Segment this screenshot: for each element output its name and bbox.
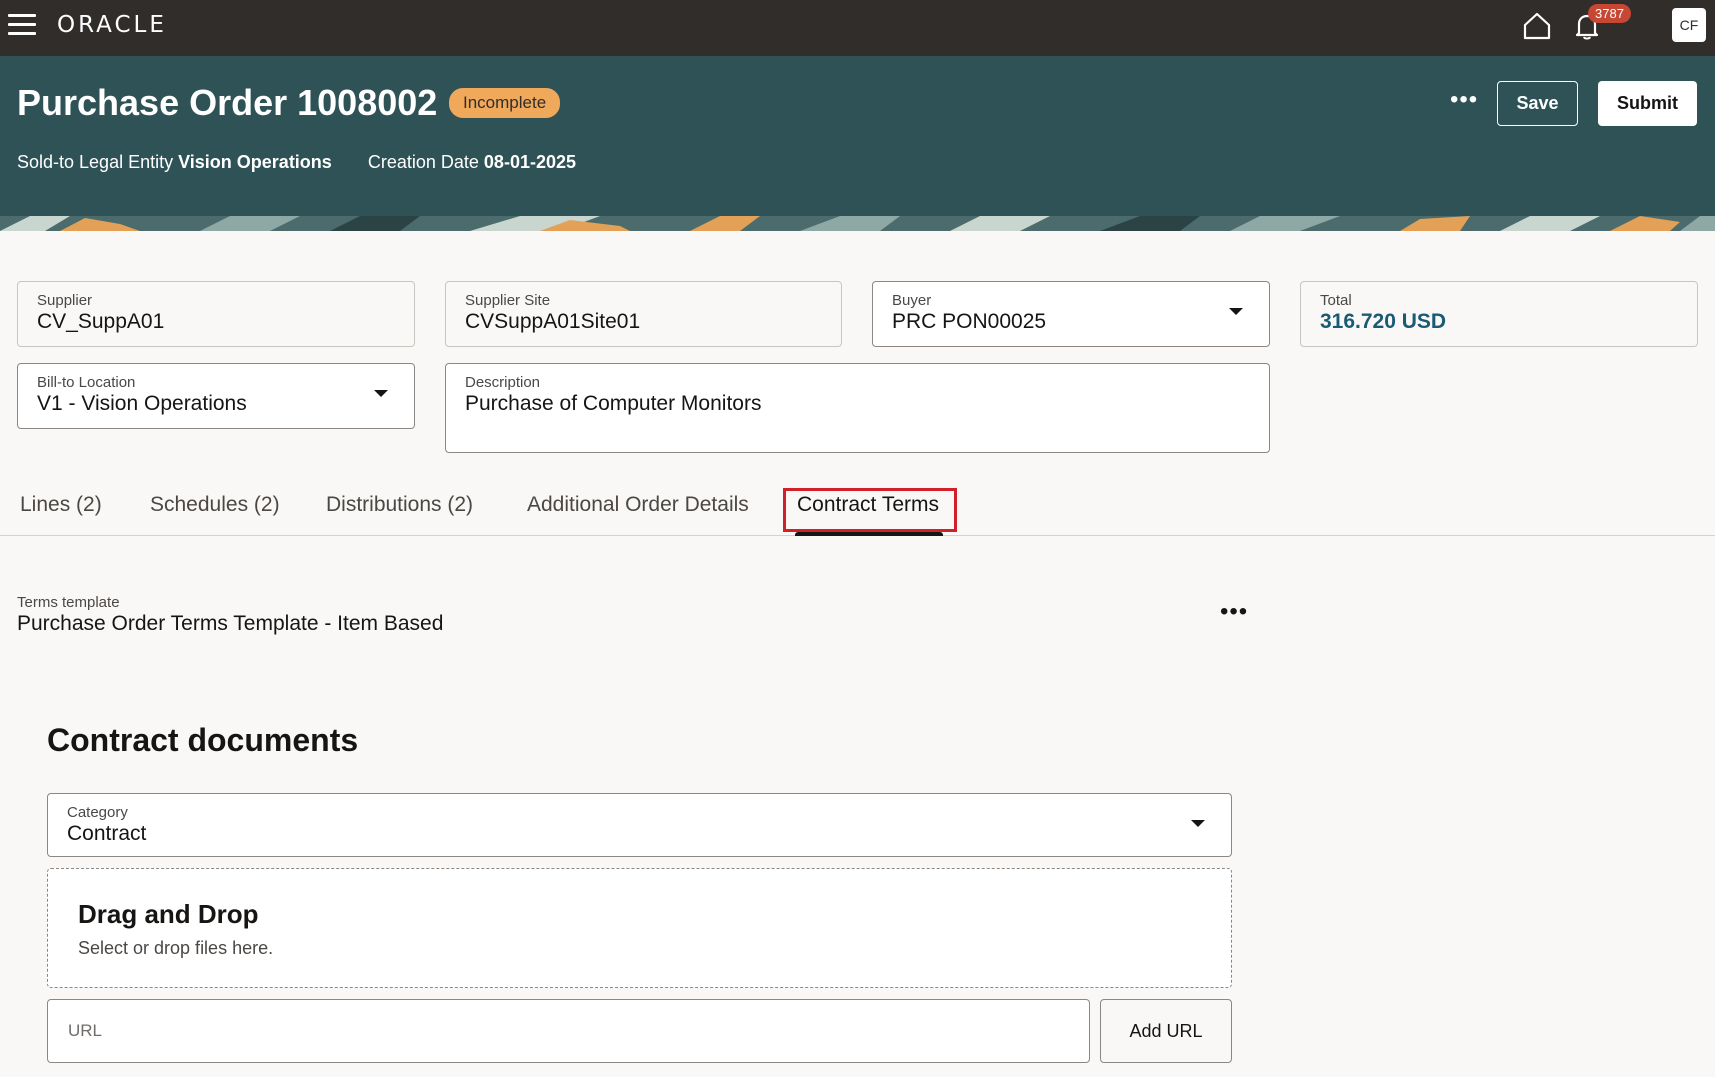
dropzone-title: Drag and Drop (78, 899, 259, 929)
add-url-button[interactable]: Add URL (1100, 999, 1232, 1063)
tab-bar: Lines (2) Schedules (2) Distributions (2… (0, 485, 1715, 536)
active-tab-indicator (795, 532, 943, 536)
file-dropzone[interactable]: Drag and Drop Select or drop files here. (47, 868, 1232, 988)
creation-date-value: 08-01-2025 (483, 152, 576, 172)
description-label: Description (465, 374, 541, 391)
save-button[interactable]: Save (1497, 81, 1578, 126)
legal-entity-value: Vision Operations (178, 152, 332, 172)
tab-distributions[interactable]: Distributions (2) (326, 493, 473, 517)
home-icon[interactable] (1520, 9, 1554, 43)
chevron-down-icon[interactable] (1229, 308, 1243, 315)
description-field[interactable]: Description Purchase of Computer Monitor… (445, 363, 1270, 453)
tab-contract-terms[interactable]: Contract Terms (797, 493, 939, 517)
notification-count-badge[interactable]: 3787 (1588, 4, 1631, 23)
supplier-site-value: CVSuppA01Site01 (465, 310, 641, 333)
decorative-banner-pattern (0, 216, 1715, 231)
terms-more-actions-icon[interactable]: ••• (1220, 598, 1248, 626)
buyer-label: Buyer (892, 292, 932, 309)
buyer-value: PRC PON00025 (892, 310, 1047, 333)
user-avatar[interactable]: CF (1672, 8, 1706, 42)
tab-additional-order-details[interactable]: Additional Order Details (527, 493, 749, 517)
total-amount-link[interactable]: 316.720 USD (1320, 310, 1678, 334)
contract-documents-title: Contract documents (47, 722, 359, 758)
tab-lines[interactable]: Lines (2) (20, 493, 102, 517)
supplier-field: Supplier CV_SuppA01 (17, 281, 415, 347)
global-header: ORACLE 3787 CF (0, 0, 1715, 56)
chevron-down-icon[interactable] (1191, 820, 1205, 827)
dropzone-subtitle: Select or drop files here. (78, 938, 274, 958)
total-field: Total 316.720 USD (1300, 281, 1698, 347)
submit-button[interactable]: Submit (1598, 81, 1697, 126)
header-metadata: Sold-to Legal Entity Vision Operations C… (17, 152, 576, 173)
terms-template-label: Terms template (17, 594, 120, 611)
oracle-logo[interactable]: ORACLE (57, 12, 167, 38)
page-header: Purchase Order 1008002 Incomplete Sold-t… (0, 56, 1715, 231)
status-badge: Incomplete (449, 88, 561, 118)
category-value: Contract (67, 822, 147, 845)
chevron-down-icon[interactable] (374, 390, 388, 397)
supplier-value: CV_SuppA01 (37, 310, 165, 333)
legal-entity-label: Sold-to Legal Entity (17, 152, 174, 172)
creation-date-label: Creation Date (367, 152, 479, 172)
supplier-label: Supplier (37, 292, 93, 309)
url-input[interactable] (47, 999, 1090, 1063)
supplier-site-field: Supplier Site CVSuppA01Site01 (445, 281, 842, 347)
bill-to-location-value: V1 - Vision Operations (37, 392, 247, 415)
bill-to-location-label: Bill-to Location (37, 374, 136, 391)
category-select[interactable]: Category Contract (47, 793, 1232, 857)
category-label: Category (67, 804, 128, 821)
terms-template-value: Purchase Order Terms Template - Item Bas… (17, 612, 444, 635)
bill-to-location-select[interactable]: Bill-to Location V1 - Vision Operations (17, 363, 415, 429)
description-value[interactable]: Purchase of Computer Monitors (465, 392, 1250, 416)
menu-icon[interactable] (8, 14, 36, 36)
tab-schedules[interactable]: Schedules (2) (150, 493, 280, 517)
page-title: Purchase Order 1008002 (17, 82, 438, 123)
buyer-select[interactable]: Buyer PRC PON00025 (872, 281, 1270, 347)
more-actions-icon[interactable]: ••• (1450, 86, 1478, 114)
supplier-site-label: Supplier Site (465, 292, 551, 309)
total-label: Total (1320, 292, 1352, 309)
